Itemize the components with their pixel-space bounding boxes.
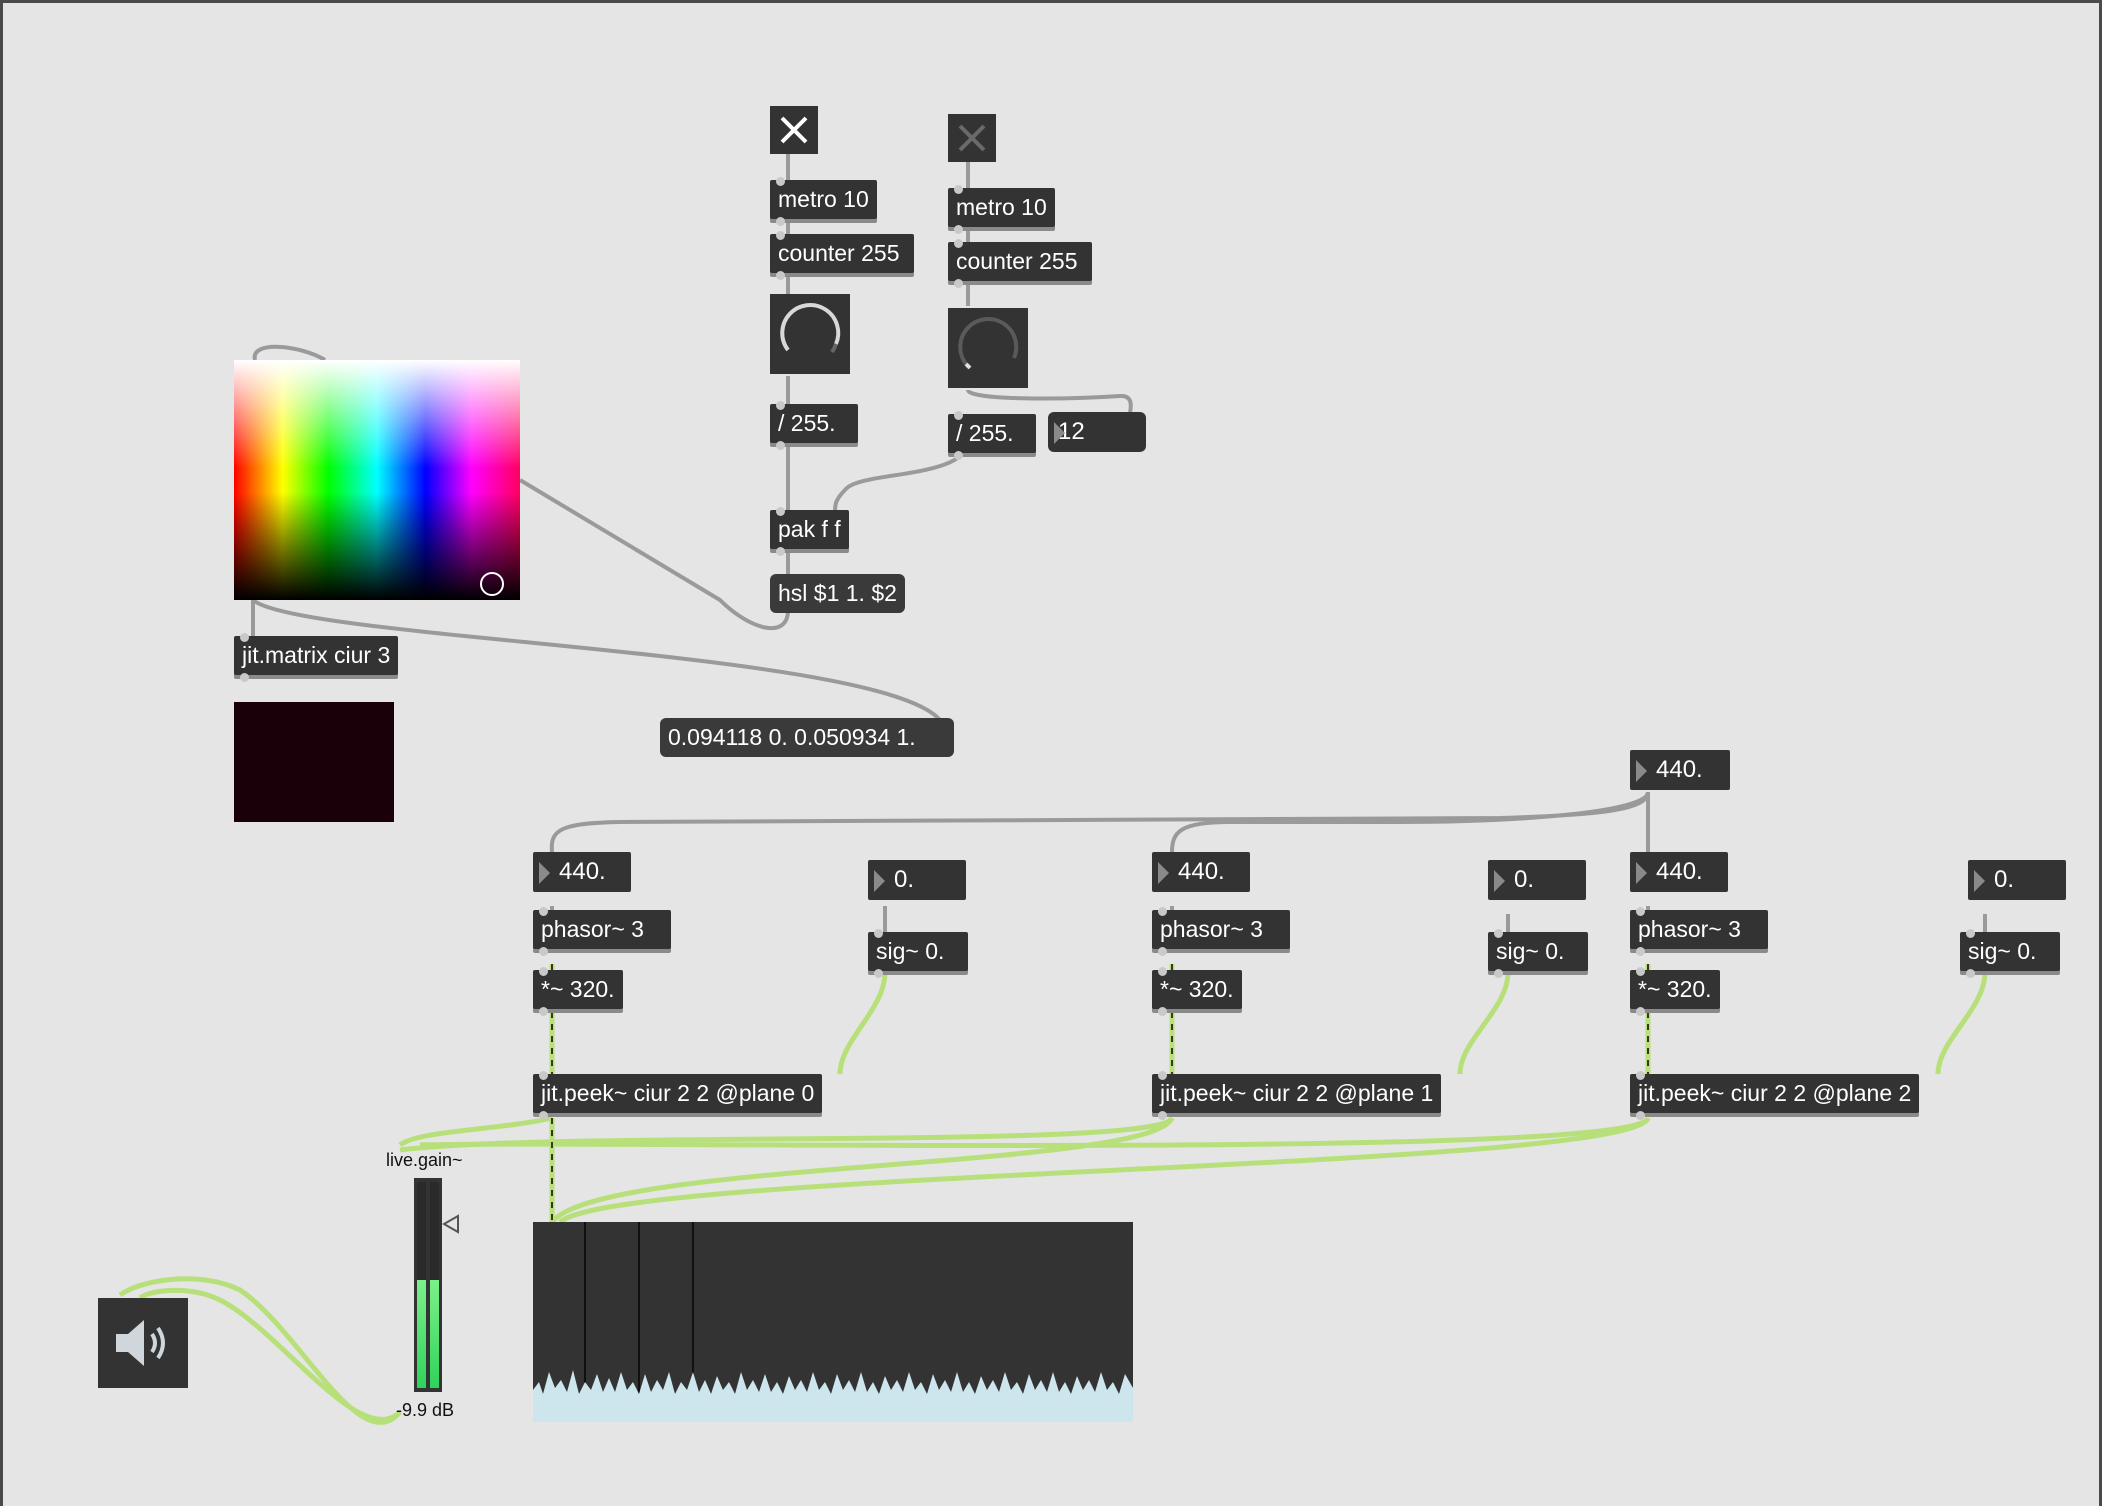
divide-object-right[interactable]: / 255.	[948, 411, 1036, 460]
metro-object-right[interactable]: metro 10	[948, 185, 1055, 234]
meter-left-channel	[417, 1182, 426, 1388]
dial-arc	[780, 303, 841, 354]
jit-pwindow	[234, 702, 394, 822]
voice-2-frequency[interactable]: 440.	[1630, 852, 1728, 892]
spectrum-display	[533, 1222, 1133, 1422]
dial-right[interactable]	[948, 308, 1028, 388]
metro-object-left[interactable]: metro 10	[770, 177, 877, 226]
meter-right-fill	[430, 1280, 439, 1388]
voice-0-sig[interactable]: sig~ 0.	[868, 929, 968, 978]
voice-2-jit-peek[interactable]: jit.peek~ ciur 2 2 @plane 2	[1630, 1071, 1920, 1120]
dial-left[interactable]	[770, 294, 850, 374]
voice-2-phasor[interactable]: phasor~ 3	[1630, 907, 1768, 956]
counter-object-right[interactable]: counter 255	[948, 239, 1092, 288]
voice-2-offset[interactable]: 0.	[1968, 860, 2066, 900]
matrix-output-message[interactable]: 0.094118 0. 0.050934 1.	[660, 718, 954, 757]
voice-1-sig[interactable]: sig~ 0.	[1488, 929, 1588, 978]
hsl-message[interactable]: hsl $1 1. $2	[770, 574, 905, 613]
voice-1-frequency[interactable]: 440.	[1152, 852, 1250, 892]
voice-0-multiply[interactable]: *~ 320.	[533, 967, 623, 1016]
voice-0-offset[interactable]: 0.	[868, 860, 966, 900]
master-frequency-number[interactable]: 440.	[1630, 750, 1730, 790]
spectroscope	[533, 1222, 1133, 1422]
voice-1-jit-peek[interactable]: jit.peek~ ciur 2 2 @plane 1	[1152, 1071, 1442, 1120]
voice-1-offset[interactable]: 0.	[1488, 860, 1586, 900]
swatch-cursor	[480, 572, 504, 596]
close-x-icon	[780, 116, 808, 144]
voice-1-multiply[interactable]: *~ 320.	[1152, 967, 1242, 1016]
voice-2-sig[interactable]: sig~ 0.	[1960, 929, 2060, 978]
voice-1-phasor[interactable]: phasor~ 3	[1152, 907, 1290, 956]
number-box-12[interactable]: 12	[1048, 412, 1146, 452]
voice-0-phasor[interactable]: phasor~ 3	[533, 907, 671, 956]
close-x-icon	[958, 124, 986, 152]
toggle-on[interactable]	[770, 106, 818, 154]
divide-object-left[interactable]: / 255.	[770, 401, 858, 450]
jit-matrix-object[interactable]: jit.matrix ciur 3	[234, 633, 399, 682]
toggle-off[interactable]	[948, 114, 996, 162]
gain-label: live.gain~	[386, 1150, 463, 1170]
ezdac-button[interactable]	[98, 1298, 188, 1388]
counter-object-left[interactable]: counter 255	[770, 231, 914, 280]
speaker-icon	[116, 1320, 165, 1366]
voice-0-jit-peek[interactable]: jit.peek~ ciur 2 2 @plane 0	[533, 1071, 823, 1120]
gain-slider-handle[interactable]	[440, 1214, 460, 1234]
pak-object[interactable]: pak f f	[770, 507, 849, 556]
gain-meter[interactable]	[414, 1178, 442, 1392]
voice-0-frequency[interactable]: 440.	[533, 852, 631, 892]
color-swatch[interactable]	[234, 360, 520, 600]
meter-left-fill	[417, 1280, 426, 1388]
dial-arc	[958, 317, 1019, 370]
gain-value: -9.9 dB	[396, 1400, 455, 1420]
voice-2-multiply[interactable]: *~ 320.	[1630, 967, 1720, 1016]
meter-right-channel	[430, 1182, 439, 1388]
